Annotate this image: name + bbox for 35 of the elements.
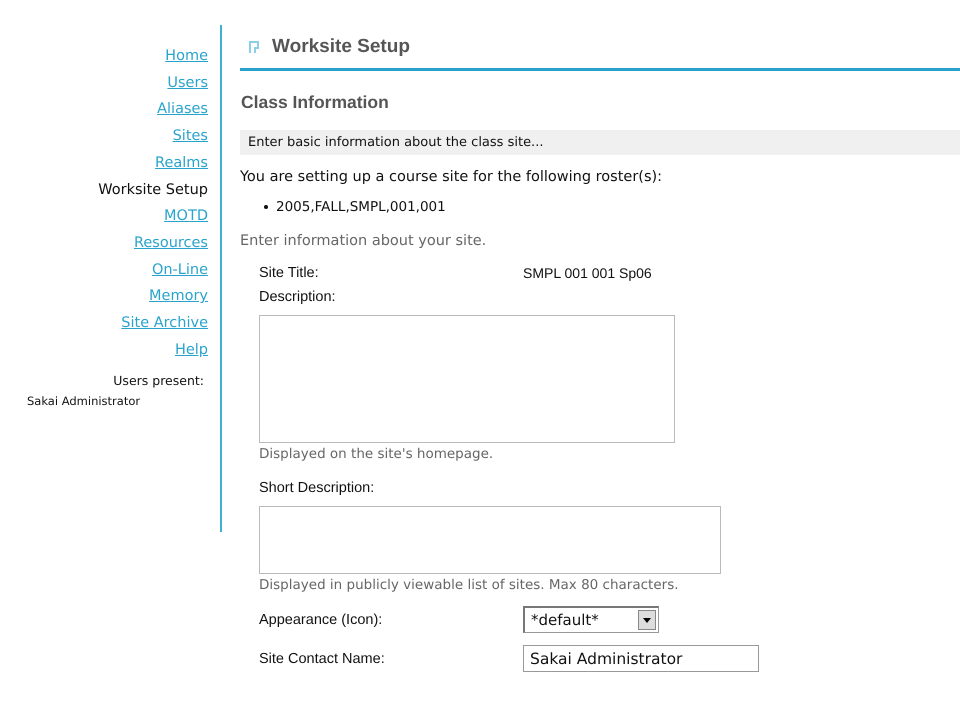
field-hint: Displayed on the site's homepage. xyxy=(259,446,494,462)
bullet-icon xyxy=(264,205,268,209)
nav-link[interactable]: Site Archive xyxy=(121,310,208,337)
textarea-field[interactable] xyxy=(259,506,721,574)
nav-link[interactable]: Resources xyxy=(134,230,208,257)
caret-icon xyxy=(638,610,656,630)
user-name: Sakai Administrator xyxy=(26,394,140,408)
nav-link[interactable]: Worksite Setup xyxy=(98,176,208,204)
site-intro: Enter information about your site. xyxy=(240,233,486,249)
nav-link[interactable]: Memory xyxy=(149,283,208,310)
roster-item: 2005,FALL,SMPL,001,001 xyxy=(276,199,446,215)
nav-link[interactable]: Help xyxy=(174,336,208,364)
nav-link[interactable]: Home xyxy=(165,43,208,70)
tool-title: Worksite Setup xyxy=(272,36,410,58)
roster-intro: You are setting up a course site for the following roster(s): xyxy=(240,169,662,185)
nav-link[interactable]: Realms xyxy=(155,150,208,177)
nav-link[interactable]: Sites xyxy=(172,123,208,150)
field-label: Description: xyxy=(259,289,337,305)
instruction-bar: Enter basic information about the class site... xyxy=(240,130,960,155)
users-present-label: Users present: xyxy=(113,373,205,388)
site-title-value: SMPL 001 001 Sp06 xyxy=(523,265,652,281)
field-label: Site Contact Name: xyxy=(259,650,386,666)
field-label: Appearance (Icon): xyxy=(259,612,384,628)
textarea-field[interactable] xyxy=(259,315,675,443)
nav-link[interactable]: On-Line xyxy=(152,256,208,284)
tool-icon xyxy=(248,40,260,54)
field-hint: Displayed in publicly viewable list of sites. Max 80 characters. xyxy=(259,577,679,593)
input-field[interactable]: Sakai Administrator xyxy=(523,645,759,672)
nav-link[interactable]: Aliases xyxy=(157,96,208,124)
field-label: Site Title: xyxy=(259,265,320,281)
field-label: Short Description: xyxy=(259,480,376,496)
select-field[interactable]: *default* xyxy=(523,606,659,633)
nav-link[interactable]: Users xyxy=(167,70,208,96)
section-heading: Class Information xyxy=(241,92,389,113)
nav-link[interactable]: MOTD xyxy=(164,203,208,230)
